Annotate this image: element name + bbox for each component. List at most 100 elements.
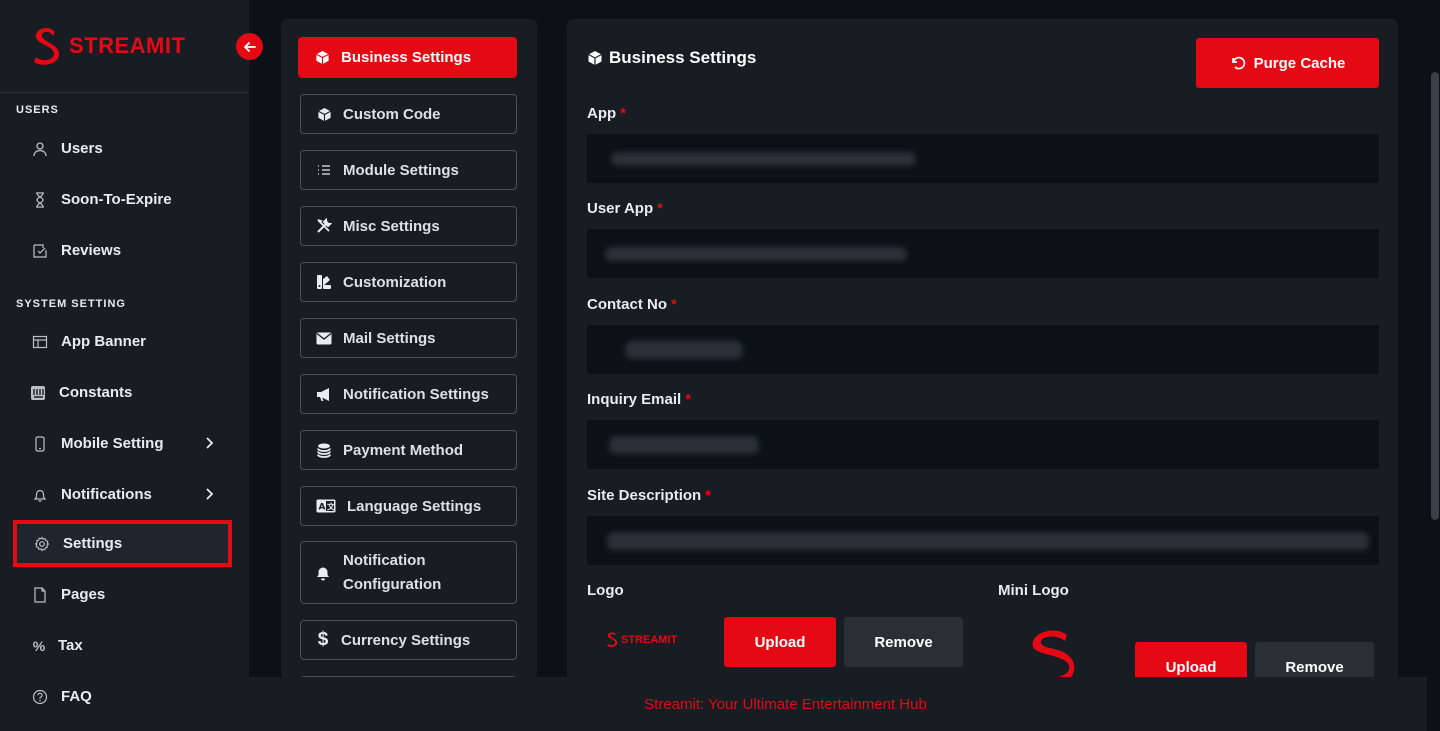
menu-label: Payment Method [343,441,464,459]
redacted-value [607,531,1369,550]
svg-text:文: 文 [327,502,336,512]
menu-module-settings[interactable]: Module Settings [300,150,517,190]
megaphone-icon [316,386,332,402]
brand-name: STREAMIT [69,33,186,58]
dollar-icon: $ [317,629,329,650]
field-label-user-app: User App * [587,200,663,217]
gear-icon [34,536,50,552]
user-icon [32,141,48,157]
envelope-icon [316,330,332,346]
form-title-text: Business Settings [609,48,757,67]
sidebar-item-label: FAQ [61,688,92,705]
sidebar-item-faq[interactable]: FAQ [0,671,249,722]
collapse-sidebar-button[interactable] [236,33,263,60]
sidebar-item-label: Mobile Setting [61,435,164,452]
menu-currency-settings[interactable]: $ Currency Settings [300,620,517,660]
scrollbar-thumb[interactable] [1431,72,1439,520]
language-icon: A文 [316,498,336,514]
footer-text: Streamit: Your Ultimate Entertainment Hu… [644,695,927,713]
redacted-value [609,435,759,454]
cube-icon [588,51,602,65]
sidebar-item-label: Notifications [61,486,152,503]
menu-notification-settings[interactable]: Notification Settings [300,374,517,414]
streamit-logo-icon [607,632,618,648]
menu-label: Currency Settings [341,631,471,649]
refresh-icon [1231,56,1245,70]
sidebar-item-label: Soon-To-Expire [61,191,172,208]
sidebar-item-users[interactable]: Users [0,123,249,174]
menu-label: Misc Settings [343,217,440,235]
redacted-value [605,246,907,261]
chevron-right-icon [206,488,214,500]
menu-custom-code[interactable]: Custom Code [300,94,517,134]
banner-icon [32,334,48,350]
logo-preview: STREAMIT [606,631,677,648]
menu-business-settings[interactable]: Business Settings [298,37,517,78]
review-icon [32,243,48,259]
app-input[interactable] [587,134,1379,183]
sidebar-item-pages[interactable]: Pages [0,569,249,620]
streamit-logo-icon [34,28,60,65]
logo-remove-button[interactable]: Remove [844,617,963,667]
menu-misc-settings[interactable]: Misc Settings [300,206,517,246]
menu-label: Mail Settings [343,329,436,347]
menu-payment-method[interactable]: Payment Method [300,430,517,470]
menu-label: Module Settings [343,161,459,179]
footer: Streamit: Your Ultimate Entertainment Hu… [249,677,1427,731]
sidebar-item-soon-to-expire[interactable]: Soon-To-Expire [0,174,249,225]
purge-cache-label: Purge Cache [1253,54,1346,72]
contact-no-input[interactable] [587,325,1379,374]
redacted-value [625,340,743,359]
sidebar-item-app-banner[interactable]: App Banner [0,316,249,367]
purge-cache-button[interactable]: Purge Cache [1196,38,1379,88]
brand[interactable]: STREAMIT [0,0,249,93]
menu-label: Customization [343,273,447,291]
arrow-left-icon [243,41,256,52]
menu-label: Notification Settings [343,385,489,403]
inquiry-email-input[interactable] [587,420,1379,469]
sidebar-item-constants[interactable]: Constants [0,367,249,418]
redacted-value [611,151,916,166]
sidebar-item-label: Reviews [61,242,122,259]
page-icon [32,586,48,603]
site-description-input[interactable] [587,516,1379,565]
settings-menu: Business Settings Custom Code Module Set… [281,19,537,679]
menu-language-settings[interactable]: A文 Language Settings [300,486,517,526]
constants-icon [30,385,46,401]
question-icon [32,689,48,705]
palette-icon [316,274,332,290]
menu-notification-configuration[interactable]: Notification Configuration [300,541,517,604]
sidebar-item-label: Constants [59,384,133,401]
sidebar-item-label: App Banner [61,333,147,350]
tools-icon [316,218,332,234]
menu-customization[interactable]: Customization [300,262,517,302]
hourglass-icon [32,191,48,208]
menu-mail-settings[interactable]: Mail Settings [300,318,517,358]
bell-icon [315,565,331,581]
menu-label: Custom Code [343,105,441,123]
logo-preview-text: STREAMIT [621,633,678,646]
nav-section-system-setting: SYSTEM SETTING [16,298,126,310]
sidebar: STREAMIT USERS Users Soon-To-Expire Revi… [0,0,263,731]
field-label-site-description: Site Description * [587,487,712,504]
menu-label: Business Settings [341,49,472,66]
mini-logo-preview-icon [1032,630,1075,677]
menu-label: Notification Configuration [343,551,442,593]
coins-icon [316,442,332,458]
user-app-input[interactable] [587,229,1379,278]
sidebar-item-label: Pages [61,586,106,603]
sidebar-item-label: Tax [58,637,83,654]
sidebar-item-notifications[interactable]: Notifications [0,469,249,520]
field-label-inquiry-email: Inquiry Email * [587,391,692,408]
sidebar-item-settings[interactable]: Settings [13,520,232,567]
bell-icon [32,487,48,503]
chevron-right-icon [206,437,214,449]
field-label-app: App * [587,105,627,122]
sidebar-item-mobile-setting[interactable]: Mobile Setting [0,418,249,469]
sidebar-item-tax[interactable]: % Tax [0,620,249,671]
logo-upload-button[interactable]: Upload [724,617,836,667]
percent-icon: % [32,637,46,654]
sidebar-item-reviews[interactable]: Reviews [0,225,249,276]
nav-section-users: USERS [16,104,59,116]
svg-text:A: A [319,503,326,513]
